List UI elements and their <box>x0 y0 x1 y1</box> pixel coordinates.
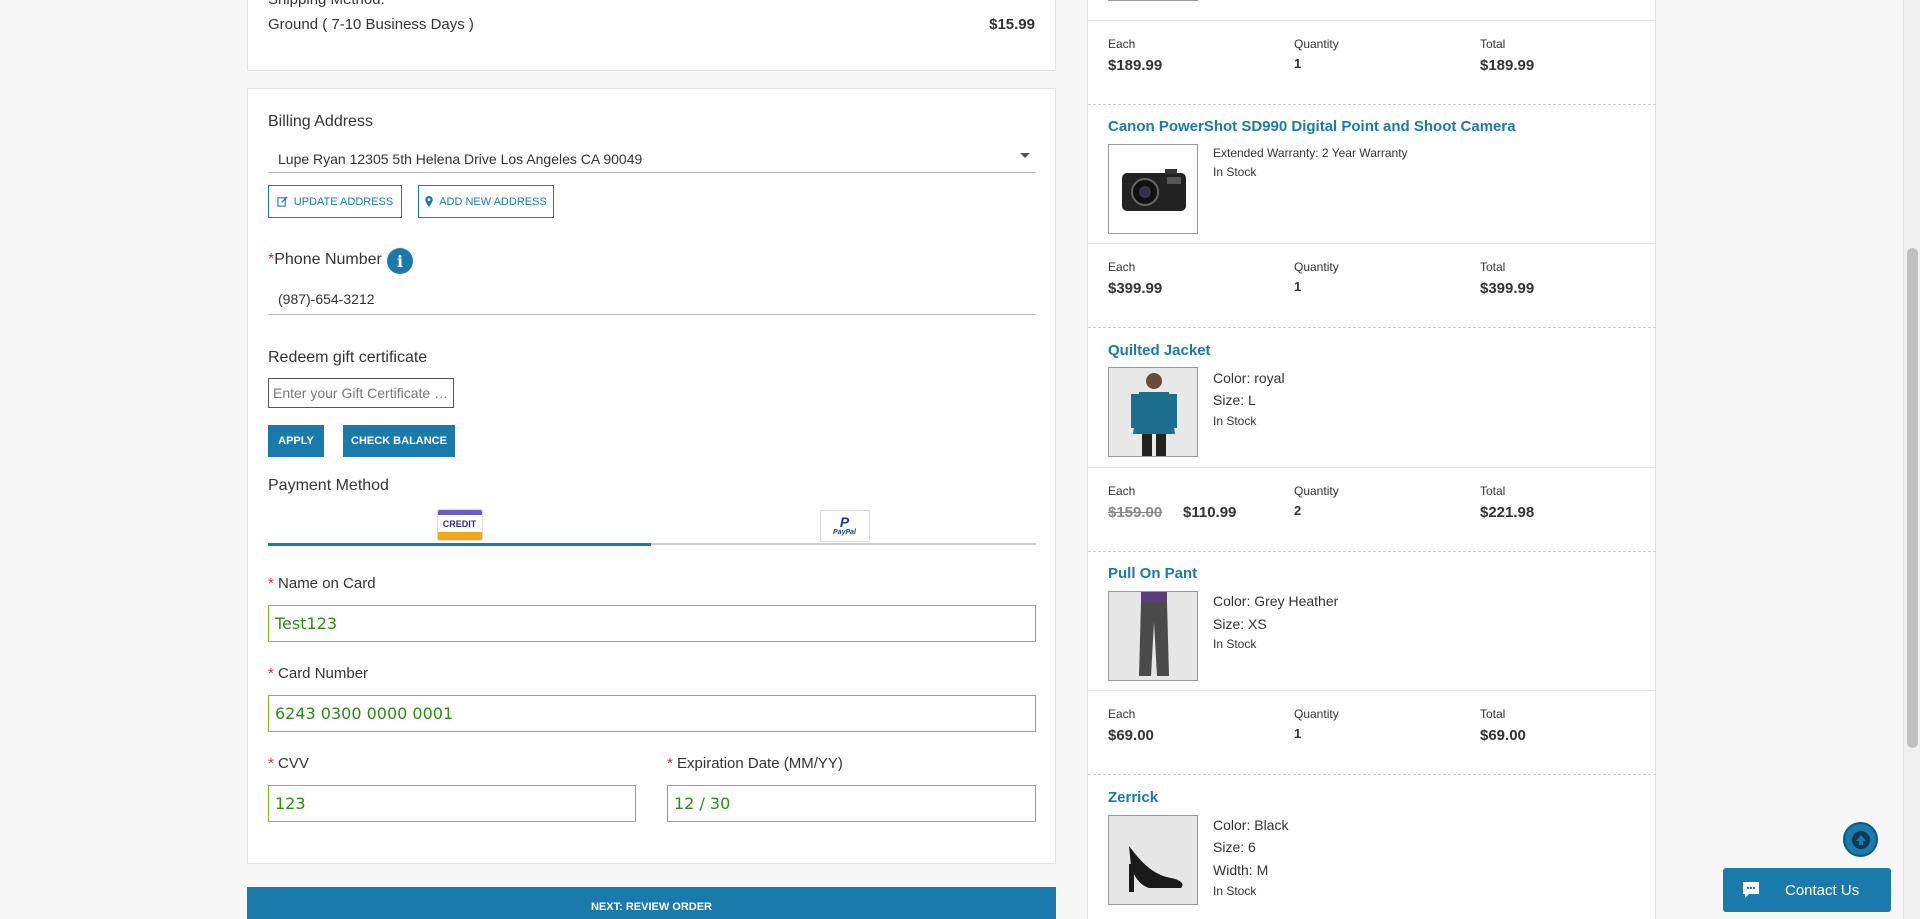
quantity-label: Quantity <box>1294 37 1339 51</box>
jacket-image <box>1109 368 1197 456</box>
product-color: Color: Grey Heather <box>1213 593 1339 609</box>
update-address-button[interactable]: UPDATE ADDRESS <box>268 185 402 218</box>
product-size: Size: XS <box>1213 616 1267 632</box>
stock-status: In Stock <box>1213 884 1257 898</box>
update-address-label: UPDATE ADDRESS <box>293 195 394 208</box>
quantity-value: 1 <box>1294 726 1302 741</box>
stock-status: In Stock <box>1213 637 1257 651</box>
edit-icon <box>277 196 288 207</box>
shoe-image <box>1109 816 1197 904</box>
billing-address-select[interactable]: Lupe Ryan 12305 5th Helena Drive Los Ang… <box>268 143 1036 173</box>
stock-status: In Stock <box>1213 165 1257 179</box>
billing-address-selected: Lupe Ryan 12305 5th Helena Drive Los Ang… <box>278 151 643 167</box>
billing-payment-card: Billing Address Lupe Ryan 12305 5th Hele… <box>247 88 1056 864</box>
camera-image <box>1122 169 1186 211</box>
page-scrollbar[interactable] <box>1903 0 1920 919</box>
total-price: $221.98 <box>1480 504 1535 521</box>
payment-method-tabs: CREDIT P PayPal <box>268 507 1036 546</box>
product-name-link[interactable]: Zerrick <box>1108 789 1158 806</box>
product-color: Color: royal <box>1213 370 1285 386</box>
total-price: $189.99 <box>1480 57 1535 74</box>
each-price: $189.99 <box>1108 57 1163 74</box>
total-price: $69.00 <box>1480 727 1526 744</box>
chat-icon <box>1743 882 1759 898</box>
each-label: Each <box>1108 260 1136 274</box>
contact-us-label: Contact Us <box>1785 881 1860 899</box>
scroll-to-top-button[interactable] <box>1843 822 1878 857</box>
name-on-card-input[interactable]: Test123 <box>268 605 1036 642</box>
add-new-address-button[interactable]: ADD NEW ADDRESS <box>418 185 554 218</box>
card-number-label: * Card Number <box>268 665 369 682</box>
quantity-label: Quantity <box>1294 484 1339 498</box>
payment-method-title: Payment Method <box>268 477 389 494</box>
shipping-method-value: Ground ( 7-10 Business Days ) <box>268 16 474 33</box>
expiration-date-input[interactable]: 12 / 30 <box>667 785 1036 822</box>
shoe-thumbnail[interactable] <box>1108 815 1198 905</box>
quantity-value: 2 <box>1294 503 1302 518</box>
add-new-address-label: ADD NEW ADDRESS <box>439 195 547 208</box>
shipping-method-label: Shipping Method: <box>268 0 385 8</box>
total-label: Total <box>1480 484 1506 498</box>
each-label: Each <box>1108 37 1136 51</box>
cvv-input[interactable]: 123 <box>268 785 636 822</box>
next-review-order-button[interactable]: NEXT: REVIEW ORDER <box>247 887 1056 919</box>
info-icon[interactable]: i <box>387 248 413 274</box>
each-label: Each <box>1108 707 1136 721</box>
credit-card-icon: CREDIT <box>436 509 483 541</box>
pant-thumbnail[interactable] <box>1108 591 1198 681</box>
product-size: Size: L <box>1213 392 1256 408</box>
expiration-date-label: * Expiration Date (MM/YY) <box>667 755 843 772</box>
total-label: Total <box>1480 37 1506 51</box>
tab-paypal[interactable]: P PayPal <box>653 507 1036 545</box>
total-label: Total <box>1480 707 1506 721</box>
product-name-link[interactable]: Quilted Jacket <box>1108 342 1211 359</box>
billing-address-title: Billing Address <box>268 113 373 130</box>
product-size: Size: 6 <box>1213 839 1256 855</box>
arrow-up-icon <box>1851 830 1870 849</box>
phone-number-value: (987)-654-3212 <box>278 291 375 307</box>
original-price: $159.00 <box>1108 504 1163 521</box>
total-label: Total <box>1480 260 1506 274</box>
scrollbar-thumb[interactable] <box>1907 248 1918 748</box>
camera-thumbnail[interactable] <box>1108 144 1198 234</box>
product-color: Color: Black <box>1213 817 1289 833</box>
apply-button[interactable]: APPLY <box>268 425 324 457</box>
product-thumbnail[interactable] <box>1108 0 1198 1</box>
quantity-label: Quantity <box>1294 707 1339 721</box>
each-price: $69.00 <box>1108 727 1154 744</box>
cvv-label: * CVV <box>268 755 309 772</box>
name-on-card-label: * Name on Card <box>268 575 376 592</box>
stock-status: In Stock <box>1213 414 1257 428</box>
card-number-input[interactable]: 6243 0300 0000 0001 <box>268 695 1036 732</box>
phone-number-input[interactable]: (987)-654-3212 <box>268 283 1036 315</box>
order-summary-panel: Each Quantity Total $189.99 1 $189.99 Ca… <box>1087 0 1656 919</box>
gift-certificate-input[interactable]: Enter your Gift Certificate Code <box>268 378 454 408</box>
each-label: Each <box>1108 484 1136 498</box>
product-name-link[interactable]: Canon PowerShot SD990 Digital Point and … <box>1108 118 1516 135</box>
tab-credit[interactable]: CREDIT <box>268 507 651 546</box>
jacket-thumbnail[interactable] <box>1108 367 1198 457</box>
quantity-label: Quantity <box>1294 260 1339 274</box>
quantity-value: 1 <box>1294 279 1302 294</box>
sale-price: $110.99 <box>1183 504 1237 521</box>
product-warranty: Extended Warranty: 2 Year Warranty <box>1213 146 1408 160</box>
shipping-price: $15.99 <box>989 16 1035 33</box>
each-price: $399.99 <box>1108 280 1163 297</box>
shipping-method-card: Shipping Method: Ground ( 7-10 Business … <box>247 0 1056 71</box>
product-name-link[interactable]: Pull On Pant <box>1108 565 1197 582</box>
pant-image <box>1109 592 1197 680</box>
contact-us-button[interactable]: Contact Us <box>1723 868 1891 912</box>
paypal-icon: P PayPal <box>819 510 870 542</box>
gift-certificate-label: Redeem gift certificate <box>268 349 428 366</box>
check-balance-button[interactable]: CHECK BALANCE <box>343 425 455 457</box>
quantity-value: 1 <box>1294 56 1302 71</box>
product-width: Width: M <box>1213 862 1269 878</box>
total-price: $399.99 <box>1480 280 1535 297</box>
map-marker-icon <box>425 196 433 207</box>
phone-number-label: *Phone Number <box>268 251 382 268</box>
chevron-down-icon <box>1020 153 1030 158</box>
